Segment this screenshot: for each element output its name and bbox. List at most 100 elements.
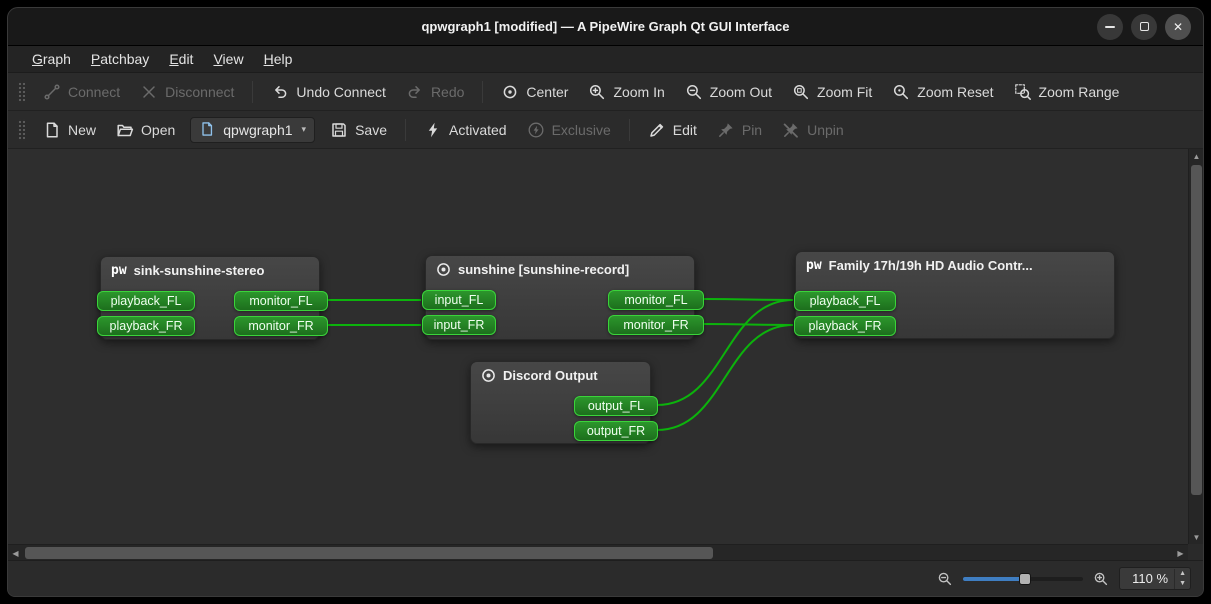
center-button[interactable]: Center <box>492 78 577 106</box>
scroll-right-icon[interactable]: ▶ <box>1173 545 1188 561</box>
toolbar-handle[interactable] <box>17 119 25 141</box>
node-sunshine-record[interactable]: sunshine [sunshine-record] input_FL inpu… <box>425 255 695 340</box>
pin-icon <box>717 121 735 139</box>
node-header: pw Family 17h/19h HD Audio Contr... <box>796 252 1114 275</box>
pin-label: Pin <box>742 122 762 138</box>
connection-sunshine:monitor_FL-to-family-hd-audio:playback_FL[interactable] <box>703 299 793 300</box>
zoom-slider-handle[interactable] <box>1019 573 1031 585</box>
toolbar-separator <box>252 81 253 103</box>
port-input-fr[interactable]: input_FR <box>422 315 496 335</box>
zoom-reset-icon <box>892 83 910 101</box>
exclusive-button[interactable]: Exclusive <box>518 116 620 144</box>
zoom-spinbox[interactable]: 110 % ▲ ▼ <box>1119 567 1191 590</box>
undo-connect-label: Undo Connect <box>296 84 386 100</box>
connect-button[interactable]: Connect <box>34 78 129 106</box>
zoom-reset-label: Zoom Reset <box>917 84 993 100</box>
node-family-hd-audio[interactable]: pw Family 17h/19h HD Audio Contr... play… <box>795 251 1115 339</box>
canvas-area: pw sink-sunshine-stereo playback_FL play… <box>8 149 1203 560</box>
record-icon <box>436 262 451 277</box>
horizontal-scrollbar[interactable]: ◀ ▶ <box>8 544 1188 560</box>
port-input-fl[interactable]: input_FL <box>422 290 496 310</box>
port-playback-fr[interactable]: playback_FR <box>97 316 195 336</box>
patchbay-profile-combo[interactable]: qpwgraph1 ▾ <box>190 117 315 143</box>
menu-view[interactable]: View <box>203 46 253 72</box>
new-button[interactable]: New <box>34 116 105 144</box>
connection-discord-output:output_FR-to-family-hd-audio:playback_FR[interactable] <box>657 325 793 430</box>
redo-button[interactable]: Redo <box>397 78 473 106</box>
unpin-icon <box>782 121 800 139</box>
activated-button[interactable]: Activated <box>415 116 516 144</box>
close-icon: ✕ <box>1173 21 1183 33</box>
maximize-icon <box>1140 22 1149 31</box>
open-button[interactable]: Open <box>107 116 184 144</box>
port-playback-fl[interactable]: playback_FL <box>794 291 896 311</box>
scroll-up-icon[interactable]: ▲ <box>1189 149 1204 163</box>
port-monitor-fl[interactable]: monitor_FL <box>234 291 328 311</box>
zoom-range-icon <box>1014 83 1032 101</box>
zoom-in-mini-icon[interactable] <box>1093 571 1109 587</box>
toolbar-handle[interactable] <box>17 81 25 103</box>
node-discord-output[interactable]: Discord Output output_FL output_FR <box>470 361 651 444</box>
graph-canvas[interactable]: pw sink-sunshine-stereo playback_FL play… <box>8 149 1188 546</box>
pipewire-icon: pw <box>111 264 127 277</box>
close-button[interactable]: ✕ <box>1165 14 1191 40</box>
save-icon <box>330 121 348 139</box>
new-file-icon <box>43 121 61 139</box>
zoom-in-button[interactable]: Zoom In <box>579 78 673 106</box>
zoom-range-button[interactable]: Zoom Range <box>1005 78 1129 106</box>
port-playback-fl[interactable]: playback_FL <box>97 291 195 311</box>
node-header: sunshine [sunshine-record] <box>426 256 694 279</box>
connect-icon <box>43 83 61 101</box>
save-button[interactable]: Save <box>321 116 396 144</box>
port-monitor-fr[interactable]: monitor_FR <box>234 316 328 336</box>
scroll-left-icon[interactable]: ◀ <box>8 545 23 561</box>
zoom-fit-button[interactable]: Zoom Fit <box>783 78 881 106</box>
port-monitor-fl[interactable]: monitor_FL <box>608 290 704 310</box>
zoom-out-mini-icon[interactable] <box>937 571 953 587</box>
vertical-scrollbar[interactable]: ▲ ▼ <box>1188 149 1203 544</box>
node-title: sunshine [sunshine-record] <box>458 262 629 277</box>
zoom-out-label: Zoom Out <box>710 84 772 100</box>
window-controls: ✕ <box>1097 8 1191 45</box>
disconnect-icon <box>140 83 158 101</box>
spin-up-icon[interactable]: ▲ <box>1175 569 1190 579</box>
node-sink-sunshine-stereo[interactable]: pw sink-sunshine-stereo playback_FL play… <box>100 256 320 340</box>
titlebar[interactable]: qpwgraph1 [modified] — A PipeWire Graph … <box>8 8 1203 46</box>
port-monitor-fr[interactable]: monitor_FR <box>608 315 704 335</box>
node-title: Family 17h/19h HD Audio Contr... <box>829 258 1033 273</box>
edit-button[interactable]: Edit <box>639 116 706 144</box>
zoom-reset-button[interactable]: Zoom Reset <box>883 78 1002 106</box>
horizontal-scroll-thumb[interactable] <box>25 547 713 559</box>
disconnect-label: Disconnect <box>165 84 234 100</box>
zoom-slider[interactable] <box>963 571 1083 587</box>
zoom-out-button[interactable]: Zoom Out <box>676 78 781 106</box>
minimize-icon <box>1105 26 1115 28</box>
menu-graph[interactable]: Graph <box>22 46 81 72</box>
menu-edit[interactable]: Edit <box>159 46 203 72</box>
open-label: Open <box>141 122 175 138</box>
scroll-down-icon[interactable]: ▼ <box>1189 530 1204 544</box>
port-output-fr[interactable]: output_FR <box>574 421 658 441</box>
menu-patchbay[interactable]: Patchbay <box>81 46 159 72</box>
menu-help[interactable]: Help <box>254 46 303 72</box>
minimize-button[interactable] <box>1097 14 1123 40</box>
patchbay-file-icon <box>199 121 217 139</box>
disconnect-button[interactable]: Disconnect <box>131 78 243 106</box>
open-folder-icon <box>116 121 134 139</box>
unpin-button[interactable]: Unpin <box>773 116 853 144</box>
edit-label: Edit <box>673 122 697 138</box>
zoom-out-icon <box>685 83 703 101</box>
zoom-in-icon <box>588 83 606 101</box>
connection-sunshine:monitor_FR-to-family-hd-audio:playback_FR[interactable] <box>703 324 793 325</box>
activated-label: Activated <box>449 122 507 138</box>
maximize-button[interactable] <box>1131 14 1157 40</box>
port-playback-fr[interactable]: playback_FR <box>794 316 896 336</box>
vertical-scroll-thumb[interactable] <box>1191 165 1202 495</box>
pin-button[interactable]: Pin <box>708 116 771 144</box>
undo-connect-button[interactable]: Undo Connect <box>262 78 395 106</box>
menubar: Graph Patchbay Edit View Help <box>8 46 1203 73</box>
spin-down-icon[interactable]: ▼ <box>1175 579 1190 589</box>
center-icon <box>501 83 519 101</box>
port-output-fl[interactable]: output_FL <box>574 396 658 416</box>
toolbar-patchbay: New Open qpwgraph1 ▾ Save Activated Excl… <box>8 111 1203 149</box>
